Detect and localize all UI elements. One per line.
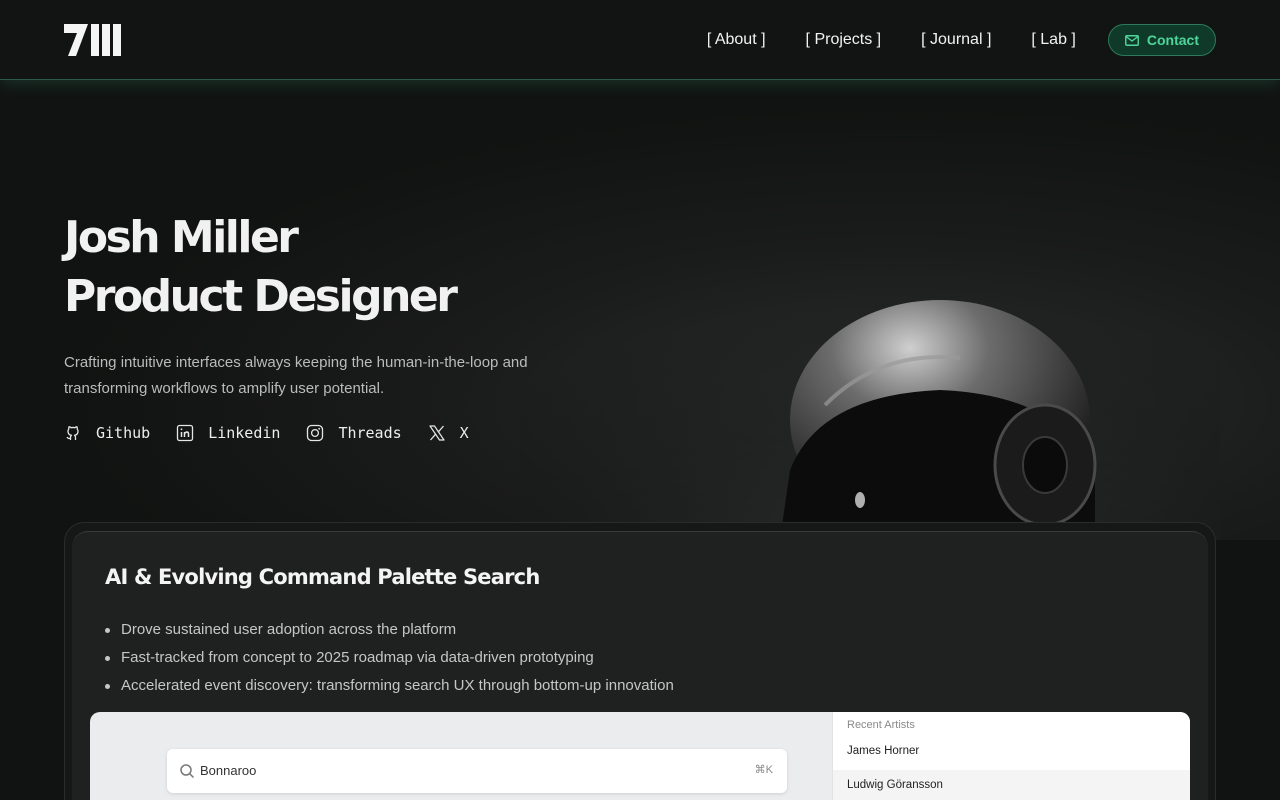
x-label: X [459,424,469,442]
hero-description: Crafting intuitive interfaces always kee… [64,354,528,397]
linkedin-label: Linkedin [208,424,281,442]
linkedin-link[interactable]: Linkedin [176,424,280,442]
nav-about-link[interactable]: [ About ] [707,31,766,49]
hero-role: Product Designer [64,271,458,322]
preview-search-value: Bonnaroo [200,763,257,778]
project-title[interactable]: AI & Evolving Command Palette Search [105,565,540,589]
project-bullets: Drove sustained user adoption across the… [105,616,674,700]
preview-artist-item: James Horner [847,745,920,757]
hero-helmet-image [520,230,1220,540]
preview-shortcut-badge: ⌘K [754,764,773,776]
hero-name: Josh Miller [64,212,299,263]
nav-lab-link[interactable]: [ Lab ] [1031,31,1075,49]
main-nav: [ About ] [ Projects ] [ Journal ] [ Lab… [707,24,1216,56]
hero-title: Josh Miller Product Designer [64,208,458,326]
project-bullet: Drove sustained user adoption across the… [105,616,674,644]
contact-button-label: Contact [1146,32,1199,48]
linkedin-icon [177,424,194,442]
preview-recent-heading: Recent Artists [847,719,915,731]
github-icon [66,426,79,440]
github-link[interactable]: Github [64,424,150,442]
instagram-icon [307,424,324,442]
contact-button[interactable]: Contact [1107,24,1216,56]
search-icon [180,764,195,779]
preview-artist-item: Ludwig Göransson [847,779,943,791]
preview-recent-panel: Recent Artists James Horner Ludwig Göran… [832,712,1190,800]
x-link[interactable]: X [428,424,469,442]
threads-label: Threads [338,424,402,442]
project-bullet: Accelerated event discovery: transformin… [105,672,674,700]
x-icon [429,425,445,441]
logo[interactable] [64,24,122,56]
nav-projects-link[interactable]: [ Projects ] [806,31,882,49]
site-header: [ About ] [ Projects ] [ Journal ] [ Lab… [0,0,1280,80]
project-bullet: Fast-tracked from concept to 2025 roadma… [105,644,674,672]
social-links: Github Linkedin Threads X [64,424,495,442]
preview-search-box: Bonnaroo ⌘K [167,749,787,793]
github-label: Github [96,424,151,442]
mail-icon [1124,34,1139,46]
threads-link[interactable]: Threads [306,424,402,442]
nav-journal-link[interactable]: [ Journal ] [921,31,991,49]
project-preview-screenshot[interactable]: Bonnaroo ⌘K Recent Artists James Horner … [90,712,1190,800]
